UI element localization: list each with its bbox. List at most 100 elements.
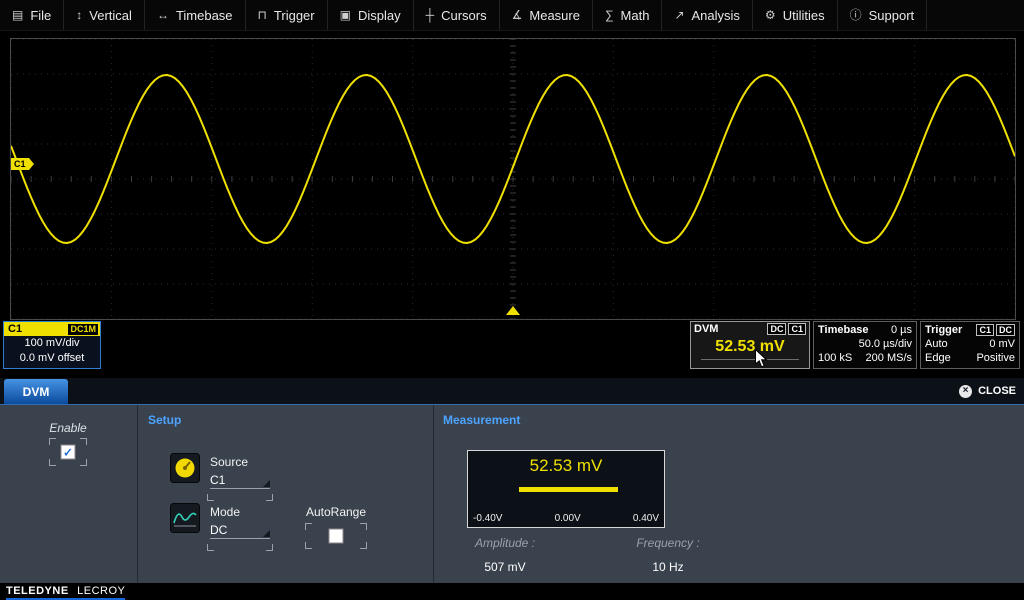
scope-grid: [11, 39, 1015, 319]
menu-item-utilities[interactable]: ⚙ Utilities: [753, 0, 838, 30]
menu-bar: ▤ File ↕ Vertical ↔ Timebase ⊓ Trigger ▣…: [0, 0, 1024, 31]
focus-bracket: [49, 459, 56, 466]
chevron-down-icon: [263, 480, 270, 487]
analysis-trend-icon: ↗: [674, 9, 684, 21]
meter-scale-min: -0.40V: [473, 513, 502, 524]
trigger-level: 0 mV: [989, 337, 1015, 351]
trigger-coupling-badge: DC: [996, 324, 1015, 336]
source-value: C1: [210, 473, 225, 487]
frequency-stat: Frequency : 10 Hz: [603, 536, 733, 574]
measurement-section-title: Measurement: [443, 413, 520, 427]
menu-item-vertical[interactable]: ↕ Vertical: [64, 0, 145, 30]
menu-label: Vertical: [89, 8, 132, 23]
close-button[interactable]: × CLOSE: [959, 378, 1016, 404]
menu-label: Timebase: [176, 8, 233, 23]
dvm-title: DVM: [694, 323, 765, 335]
tab-dvm[interactable]: DVM: [4, 379, 68, 404]
trigger-title: Trigger: [925, 323, 962, 337]
dvm-mode-badge: DC: [767, 323, 786, 335]
enable-label: Enable: [40, 421, 96, 435]
dvm-meter-reading: 52.53 mV: [468, 456, 664, 476]
enable-checkbox[interactable]: ✓: [61, 445, 76, 460]
timebase-arrows-icon: ↔: [157, 9, 169, 21]
menu-item-cursors[interactable]: ┼ Cursors: [414, 0, 500, 30]
trigger-descriptor[interactable]: Trigger C1 DC Auto 0 mV Edge Positive: [920, 321, 1020, 369]
trigger-pulse-icon: ⊓: [258, 9, 267, 21]
trigger-position-marker[interactable]: [506, 306, 520, 315]
autorange-checkbox-area: [305, 523, 367, 549]
vertical-arrows-icon: ↕: [76, 9, 82, 21]
mode-value: DC: [210, 523, 227, 537]
footer-bar: TELEDYNE LECROY: [0, 583, 1024, 600]
menu-item-display[interactable]: ▣ Display: [328, 0, 414, 30]
math-sigma-icon: ∑: [605, 9, 614, 21]
timebase-title: Timebase: [818, 323, 869, 337]
menu-item-trigger[interactable]: ⊓ Trigger: [246, 0, 328, 30]
waveform-display[interactable]: C1: [10, 38, 1016, 320]
timebase-delay: 0 µs: [891, 323, 912, 337]
menu-label: Trigger: [274, 8, 315, 23]
menu-item-measure[interactable]: ∡ Measure: [500, 0, 593, 30]
menu-item-timebase[interactable]: ↔ Timebase: [145, 0, 246, 30]
channel-header: C1 DC1M: [4, 322, 100, 336]
file-icon: ▤: [12, 9, 23, 21]
teledyne-lecroy-logo: TELEDYNE LECROY: [6, 584, 125, 600]
frequency-label: Frequency :: [603, 536, 733, 550]
channel-descriptor-c1[interactable]: C1 DC1M 100 mV/div 0.0 mV offset: [3, 321, 101, 369]
brand-teledyne: TELEDYNE: [6, 585, 69, 597]
timebase-samples: 100 kS: [818, 351, 852, 365]
trigger-slope: Positive: [976, 351, 1015, 365]
timebase-scale: 50.0 µs/div: [859, 337, 912, 351]
enable-checkbox-area: ✓: [49, 438, 87, 466]
source-select[interactable]: Source C1: [210, 455, 270, 495]
trigger-type: Edge: [925, 351, 951, 365]
setup-section-title: Setup: [148, 413, 181, 427]
dvm-meter-bar: [519, 487, 618, 492]
display-icon: ▣: [340, 9, 351, 21]
focus-bracket: [360, 523, 367, 530]
mode-waveform-icon: [170, 503, 200, 533]
source-label: Source: [210, 455, 270, 469]
focus-bracket: [266, 544, 273, 551]
dvm-summary-box[interactable]: DVM DC C1 52.53 mV: [690, 321, 810, 369]
source-knob-icon: [170, 453, 200, 483]
timebase-descriptor[interactable]: Timebase 0 µs 50.0 µs/div 100 kS 200 MS/…: [813, 321, 917, 369]
amplitude-stat: Amplitude : 507 mV: [440, 536, 570, 574]
mode-label: Mode: [210, 505, 270, 519]
dvm-reading: 52.53 mV: [691, 335, 809, 358]
dvm-dialog: Enable ✓ Setup Source C1: [0, 405, 1024, 583]
meter-scale-max: 0.40V: [633, 513, 659, 524]
menu-label: Measure: [529, 8, 580, 23]
measure-icon: ∡: [512, 9, 523, 21]
divider: [137, 405, 138, 583]
support-info-icon: ⓘ: [850, 9, 862, 21]
close-label: CLOSE: [978, 385, 1016, 397]
channel-offset: 0.0 mV offset: [4, 351, 100, 366]
autorange-checkbox[interactable]: [329, 529, 344, 544]
mode-select[interactable]: Mode DC: [210, 505, 270, 545]
dvm-source-badge: C1: [788, 323, 806, 335]
menu-item-analysis[interactable]: ↗ Analysis: [662, 0, 752, 30]
focus-bracket: [360, 542, 367, 549]
menu-item-math[interactable]: ∑ Math: [593, 0, 662, 30]
coupling-badge: DC1M: [68, 324, 98, 335]
focus-bracket: [80, 459, 87, 466]
utilities-gear-icon: ⚙: [765, 9, 776, 21]
brand-lecroy: LECROY: [77, 585, 125, 597]
menu-item-file[interactable]: ▤ File: [0, 0, 64, 30]
divider: [433, 405, 434, 583]
amplitude-label: Amplitude :: [440, 536, 570, 550]
channel1-level-marker[interactable]: C1: [11, 158, 29, 170]
focus-bracket: [266, 494, 273, 501]
focus-bracket: [207, 544, 214, 551]
frequency-value: 10 Hz: [603, 560, 733, 574]
focus-bracket: [207, 494, 214, 501]
divider: [701, 359, 799, 360]
menu-item-support[interactable]: ⓘ Support: [838, 0, 928, 30]
autorange-label: AutoRange: [290, 505, 382, 519]
timebase-rate: 200 MS/s: [866, 351, 912, 365]
menu-label: Cursors: [441, 8, 487, 23]
check-icon: ✓: [63, 445, 73, 459]
menu-label: Display: [358, 8, 401, 23]
close-icon: ×: [959, 385, 972, 398]
